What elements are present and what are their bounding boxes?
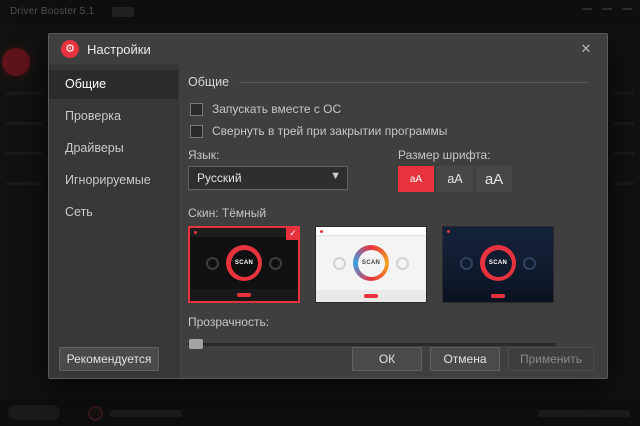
- fontsize-large-button[interactable]: аА: [476, 166, 512, 192]
- thumb-titlebar: [190, 228, 298, 237]
- section-title: Общие: [188, 75, 230, 89]
- language-and-fontsize-row: Язык: Русский ▼ Размер шрифта: аА аА аА: [188, 148, 589, 192]
- settings-sidebar: Общие Проверка Драйверы Игнорируемые Сет…: [49, 64, 179, 378]
- cancel-button[interactable]: Отмена: [430, 347, 500, 371]
- apply-button: Применить: [508, 347, 594, 371]
- settings-gear-icon: ⚙: [61, 40, 79, 58]
- checkbox[interactable]: [190, 102, 203, 116]
- thumb-gauge-left: [206, 256, 219, 270]
- option-minimize-to-tray[interactable]: Свернуть в трей при закрытии программы: [188, 122, 589, 140]
- thumb-titlebar: [316, 227, 426, 236]
- thumb-gauge-left: [460, 256, 473, 270]
- sidebar-item-ignored[interactable]: Игнорируемые: [49, 166, 178, 195]
- skin-thumb-dark[interactable]: SCAN ✓: [188, 226, 300, 303]
- checkbox-label: Запускать вместе с ОС: [212, 102, 342, 116]
- language-value: Русский: [197, 171, 242, 185]
- language-block: Язык: Русский ▼: [188, 148, 398, 192]
- option-launch-with-os[interactable]: Запускать вместе с ОС: [188, 100, 589, 118]
- language-dropdown[interactable]: Русский ▼: [188, 166, 348, 190]
- thumb-footer: [316, 290, 426, 302]
- fontsize-small-button[interactable]: аА: [398, 166, 434, 192]
- thumb-scan-ring: SCAN: [226, 245, 262, 281]
- skin-thumb-navy[interactable]: SCAN: [442, 226, 554, 303]
- thumb-gauge-left: [333, 256, 346, 270]
- fontsize-block: Размер шрифта: аА аА аА: [398, 148, 512, 192]
- sidebar-item-general[interactable]: Общие: [49, 70, 178, 99]
- checkbox-label: Свернуть в трей при закрытии программы: [212, 124, 448, 138]
- settings-dialog: ⚙ Настройки ✕ Общие Проверка Драйверы Иг…: [48, 33, 608, 379]
- dialog-footer: Рекомендуется ОК Отмена Применить: [49, 340, 607, 378]
- thumb-footer: [190, 289, 298, 301]
- skin-thumbnails: SCAN ✓ SCAN SCAN: [188, 226, 589, 303]
- thumb-titlebar: [443, 227, 553, 236]
- section-header: Общие: [188, 74, 589, 90]
- sidebar-item-network[interactable]: Сеть: [49, 198, 178, 227]
- chevron-down-icon: ▼: [330, 170, 341, 182]
- thumb-body: SCAN: [190, 237, 298, 289]
- thumb-scan-label: SCAN: [230, 249, 258, 277]
- fontsize-label: Размер шрифта:: [398, 148, 491, 162]
- skin-thumb-white[interactable]: SCAN: [315, 226, 427, 303]
- sidebar-item-scan[interactable]: Проверка: [49, 102, 178, 131]
- thumb-scan-ring: SCAN: [480, 245, 516, 281]
- selected-check-icon: ✓: [286, 226, 300, 240]
- fontsize-medium-button[interactable]: аА: [437, 166, 473, 192]
- language-label: Язык:: [188, 148, 220, 162]
- section-divider: [239, 81, 589, 83]
- skin-label: Скин: Тёмный: [188, 206, 267, 220]
- thumb-gauge-right: [523, 256, 536, 270]
- dialog-titlebar: ⚙ Настройки ✕: [49, 34, 607, 64]
- thumb-body: SCAN: [316, 236, 426, 290]
- sidebar-item-drivers[interactable]: Драйверы: [49, 134, 178, 163]
- thumb-gauge-right: [269, 256, 282, 270]
- fontsize-segmented-control: аА аА аА: [398, 166, 512, 192]
- settings-content: Общие Запускать вместе с ОС Свернуть в т…: [180, 64, 607, 349]
- checkbox[interactable]: [190, 124, 203, 138]
- thumb-body: SCAN: [443, 236, 553, 290]
- ok-button[interactable]: ОК: [352, 347, 422, 371]
- thumb-gauge-right: [396, 256, 409, 270]
- transparency-label: Прозрачность:: [188, 315, 270, 329]
- dialog-title: Настройки: [87, 42, 151, 57]
- thumb-footer: [443, 290, 553, 302]
- thumb-scan-label: SCAN: [484, 249, 512, 277]
- thumb-scan-label: SCAN: [357, 249, 385, 277]
- screen: Driver Booster 5.1 ⚙ Настройки ✕ Общие П…: [0, 0, 640, 426]
- recommended-button[interactable]: Рекомендуется: [59, 347, 159, 371]
- thumb-scan-ring: SCAN: [353, 245, 389, 281]
- close-icon[interactable]: ✕: [577, 40, 595, 58]
